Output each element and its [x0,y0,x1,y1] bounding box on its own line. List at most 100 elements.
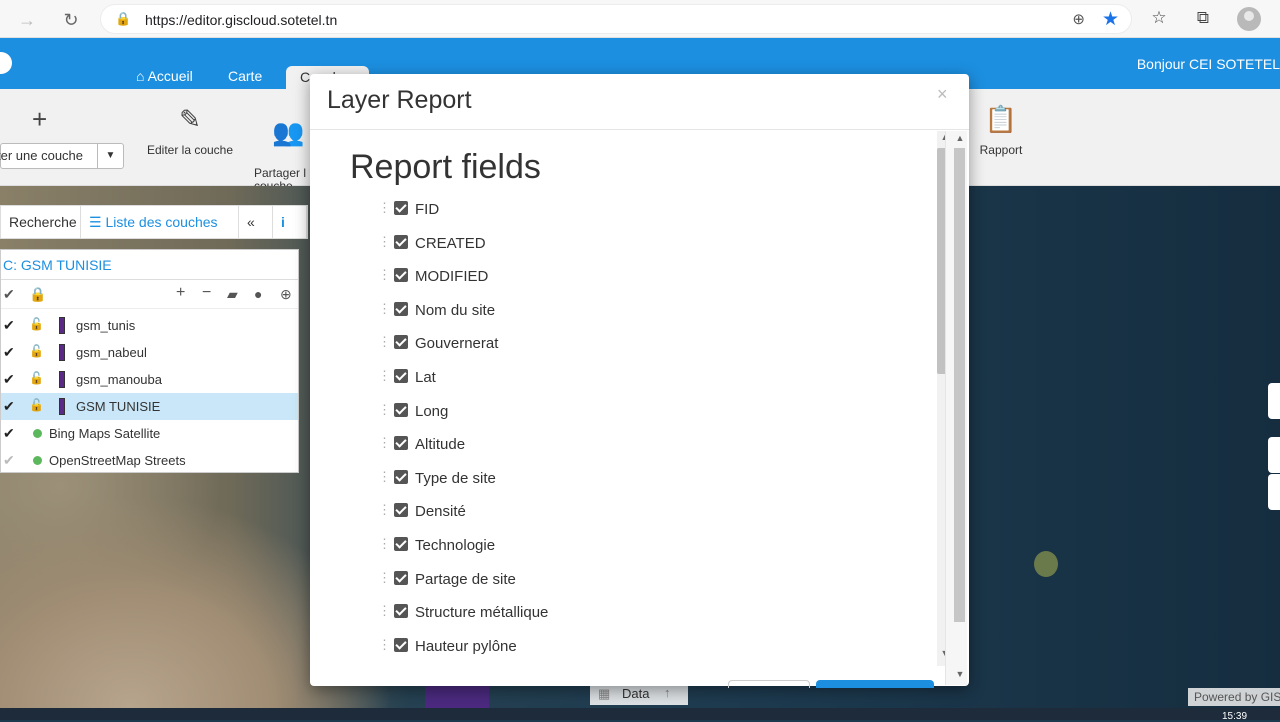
field-label: Partage de site [415,570,516,588]
report-button[interactable]: 📋 Rapport [978,103,1024,157]
remove-icon[interactable]: − [202,284,211,302]
layer-name[interactable]: OpenStreetMap Streets [49,453,186,468]
report-fields-title: Report fields [350,148,541,186]
layer-thumbnail [425,684,489,710]
field-checkbox[interactable] [394,637,408,652]
outer-scroll-thumb[interactable] [954,148,965,622]
field-checkbox[interactable] [394,570,408,585]
modal-title: Layer Report [327,86,472,114]
layer-row[interactable]: ✔ 🔓 GSM TUNISIE [1,393,298,420]
outer-scroll-down-icon[interactable]: ▼ [954,669,966,679]
layer-visibility-check[interactable]: ✔ [3,371,15,388]
map-side-tab[interactable] [1268,474,1280,510]
chevron-down-icon[interactable]: ▼ [97,144,123,168]
layer-name[interactable]: Bing Maps Satellite [49,426,160,441]
unlock-icon[interactable]: 🔓 [29,344,44,358]
lock-icon: 🔒 [115,11,132,26]
field-checkbox[interactable] [394,369,408,383]
field-checkbox[interactable] [394,301,408,316]
zoom-icon[interactable]: ⊕ [1072,10,1085,28]
layer-row[interactable]: ✔ 🔓 gsm_manouba [1,366,298,393]
panel-tabs: Recherche ☰ Liste des couches « i [0,205,308,239]
layer-name[interactable]: gsm_tunis [76,318,135,333]
report-icon: 📋 [984,104,1018,134]
field-checkbox[interactable] [394,268,408,283]
tile-layer-icon [33,456,42,465]
outer-scroll-up-icon[interactable]: ▲ [954,133,966,143]
field-label: Lat [415,369,436,386]
field-checkbox[interactable] [394,537,408,551]
collections-icon[interactable]: ⧉ [1191,8,1215,30]
add-icon[interactable]: + [176,284,185,302]
map-side-tab[interactable] [1268,383,1280,419]
tab-carte[interactable]: Carte [228,68,262,84]
field-checkbox[interactable] [394,604,408,619]
arrow-up-icon: ↑ [664,685,671,700]
bookmark-star-icon[interactable]: ★ [1102,8,1119,31]
add-layer-label: ter une couche [0,148,84,163]
profile-avatar[interactable] [1237,7,1261,31]
tab-accueil[interactable]: ⌂ Accueil [136,68,193,84]
cancel-button[interactable] [728,680,810,688]
user-greeting: Bonjour CEI SOTETEL [1136,56,1280,72]
layer-name[interactable]: GSM TUNISIE [76,399,160,414]
field-label: Long [415,402,449,420]
layer-visibility-check[interactable]: ✔ [3,344,15,361]
add-layer-icon[interactable]: + [32,103,47,135]
field-label: Type de site [415,469,496,487]
field-checkbox[interactable] [394,436,408,451]
map-side-tab[interactable] [1268,437,1280,473]
field-checkbox[interactable] [394,335,408,350]
field-checkbox[interactable] [394,402,408,417]
layer-style-swatch [59,317,65,334]
layer-visibility-check[interactable]: ✔ [3,425,15,442]
layer-row[interactable]: ✔ OpenStreetMap Streets [1,447,298,474]
layer-group-title: C: GSM TUNISIE [1,250,298,280]
unlock-icon[interactable]: 🔓 [29,371,44,385]
edit-icon: ✎ [179,104,201,134]
add-layer-button[interactable]: ter une couche ▼ [0,143,124,169]
layer-name[interactable]: gsm_manouba [76,372,162,387]
field-label: Technologie [415,537,496,554]
tile-layer-icon [33,429,42,438]
confirm-button[interactable] [816,680,934,688]
url-text: https://editor.giscloud.sotetel.tn [145,12,338,28]
layer-row[interactable]: ✔ Bing Maps Satellite [1,420,298,447]
field-checkbox[interactable] [394,201,408,215]
tab-liste-des-couches[interactable]: ☰ Liste des couches [81,206,239,238]
layer-row[interactable]: ✔ 🔓 gsm_tunis [1,312,298,339]
field-checkbox[interactable] [394,503,408,518]
folder-icon[interactable]: ▰ [227,286,238,303]
collapse-button[interactable]: « [239,206,273,238]
unlock-icon[interactable]: 🔓 [29,398,44,412]
layer-visibility-check[interactable]: ✔ [3,452,15,469]
layer-visibility-check[interactable]: ✔ [3,317,15,334]
field-label: Altitude [415,436,466,454]
field-label: MODIFIED [415,268,489,286]
reload-icon[interactable]: ↻ [60,9,82,31]
forward-icon[interactable]: → [16,9,38,31]
layer-name[interactable]: gsm_nabeul [76,345,147,360]
unlock-icon[interactable]: 🔓 [29,317,44,331]
map-island [1034,551,1058,577]
lock-icon[interactable]: 🔒 [29,286,46,303]
data-button[interactable]: ▦ Data ↑ [590,683,688,705]
field-label: Nom du site [415,301,496,319]
layer-visibility-check[interactable]: ✔ [3,398,15,415]
field-checkbox[interactable] [394,234,408,249]
field-checkbox[interactable] [394,469,408,484]
address-bar[interactable]: 🔒 https://editor.giscloud.sotetel.tn ⊕ ★ [100,4,1132,34]
info-icon[interactable]: i [273,206,307,238]
user-icon[interactable]: ● [254,286,262,302]
check-all-icon[interactable]: ✔ [3,286,15,303]
field-label: Densité [415,503,466,521]
close-icon[interactable]: × [937,84,948,105]
layer-row[interactable]: ✔ 🔓 gsm_nabeul [1,339,298,366]
edit-layer-button[interactable]: ✎ Editer la couche [146,103,234,157]
layer-report-modal: Layer Report × Report fields ⋮⋮ FID ⋮⋮ CREA… [310,74,969,688]
favorites-icon[interactable]: ☆ [1147,8,1171,30]
tab-recherche[interactable]: Recherche [1,206,81,238]
edit-layer-label: Editer la couche [146,143,234,157]
modal-body: Report fields ⋮⋮ FID ⋮⋮ CREATED ⋮⋮ MODIFIED ⋮⋮… [310,131,953,662]
zoom-layer-icon[interactable]: ⊕ [280,286,292,303]
